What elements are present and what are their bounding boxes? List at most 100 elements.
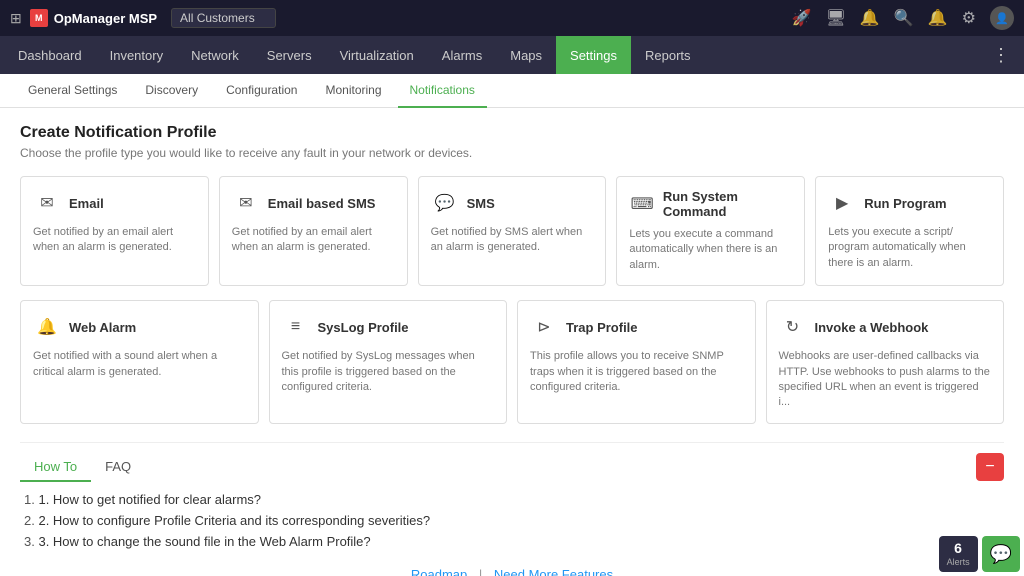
- subnav-configuration[interactable]: Configuration: [214, 74, 309, 108]
- run-program-icon: ▶: [828, 189, 856, 217]
- nav-network[interactable]: Network: [177, 36, 253, 74]
- app-logo: M OpManager MSP: [30, 9, 157, 27]
- page-title: Create Notification Profile: [20, 124, 1004, 142]
- card-sms-desc: Get notified by SMS alert when an alarm …: [431, 225, 594, 256]
- bell-alt-icon[interactable]: 🔔: [860, 8, 880, 28]
- footer-links: Roadmap | Need More Features: [20, 567, 1004, 576]
- gear-icon[interactable]: ⚙: [962, 8, 976, 28]
- card-email-header: ✉ Email: [33, 189, 196, 217]
- card-rp-title: Run Program: [864, 196, 946, 211]
- sms-icon: 💬: [431, 189, 459, 217]
- subnav-general-settings[interactable]: General Settings: [16, 74, 129, 108]
- chat-button[interactable]: 💬: [982, 536, 1020, 572]
- subnav-notifications[interactable]: Notifications: [398, 74, 487, 108]
- card-email-sms-header: ✉ Email based SMS: [232, 189, 395, 217]
- roadmap-link[interactable]: Roadmap: [411, 567, 467, 576]
- card-wh-desc: Webhooks are user-defined callbacks via …: [779, 349, 992, 411]
- card-rp-header: ▶ Run Program: [828, 189, 991, 217]
- navbar: Dashboard Inventory Network Servers Virt…: [0, 36, 1024, 74]
- card-email-desc: Get notified by an email alert when an a…: [33, 225, 196, 256]
- card-rsc-header: ⌨ Run System Command: [629, 189, 792, 219]
- card-rsc-desc: Lets you execute a command automatically…: [629, 227, 792, 273]
- app-title: OpManager MSP: [54, 11, 157, 26]
- card-email-sms[interactable]: ✉ Email based SMS Get notified by an ema…: [219, 176, 408, 286]
- logo-image: M: [30, 9, 48, 27]
- bottom-badges: 6 Alerts 💬: [935, 532, 1024, 576]
- email-sms-icon: ✉: [232, 189, 260, 217]
- customer-select-wrap[interactable]: All Customers: [171, 8, 276, 28]
- card-email-sms-title: Email based SMS: [268, 196, 376, 211]
- cards-row2: 🔔 Web Alarm Get notified with a sound al…: [20, 300, 1004, 424]
- alerts-label: Alerts: [947, 557, 970, 568]
- card-email[interactable]: ✉ Email Get notified by an email alert w…: [20, 176, 209, 286]
- nav-virtualization[interactable]: Virtualization: [326, 36, 428, 74]
- howto-tabs: How To FAQ −: [20, 453, 1004, 482]
- card-tp-desc: This profile allows you to receive SNMP …: [530, 349, 743, 395]
- card-email-sms-desc: Get notified by an email alert when an a…: [232, 225, 395, 256]
- nav-settings[interactable]: Settings: [556, 36, 631, 74]
- nav-more-icon[interactable]: ⋮: [982, 45, 1020, 66]
- card-wa-title: Web Alarm: [69, 320, 136, 335]
- howto-item-2: 2. How to configure Profile Criteria and…: [20, 513, 1004, 528]
- syslog-icon: ≡: [282, 313, 310, 341]
- main-content: Create Notification Profile Choose the p…: [0, 108, 1024, 576]
- card-sl-desc: Get notified by SysLog messages when thi…: [282, 349, 495, 395]
- card-wa-header: 🔔 Web Alarm: [33, 313, 246, 341]
- card-tp-title: Trap Profile: [566, 320, 638, 335]
- card-trap[interactable]: ⊳ Trap Profile This profile allows you t…: [517, 300, 756, 424]
- card-sms-header: 💬 SMS: [431, 189, 594, 217]
- user-avatar[interactable]: 👤: [990, 6, 1014, 30]
- run-system-command-icon: ⌨: [629, 190, 654, 218]
- card-sms[interactable]: 💬 SMS Get notified by SMS alert when an …: [418, 176, 607, 286]
- howto-list: 1. How to get notified for clear alarms?…: [20, 492, 1004, 549]
- nav-reports[interactable]: Reports: [631, 36, 705, 74]
- nav-alarms[interactable]: Alarms: [428, 36, 496, 74]
- card-run-program[interactable]: ▶ Run Program Lets you execute a script/…: [815, 176, 1004, 286]
- page-subtitle: Choose the profile type you would like t…: [20, 146, 1004, 160]
- customer-select[interactable]: All Customers: [171, 8, 276, 28]
- card-sl-header: ≡ SysLog Profile: [282, 313, 495, 341]
- howto-section: How To FAQ − 1. How to get notified for …: [20, 442, 1004, 549]
- card-sms-title: SMS: [467, 196, 495, 211]
- topbar-icons: 🚀 🖥 🔔 🔍 🔔 ⚙ 👤: [792, 6, 1014, 30]
- rocket-icon[interactable]: 🚀: [792, 8, 812, 28]
- card-rp-desc: Lets you execute a script/ program autom…: [828, 225, 991, 271]
- tab-howto[interactable]: How To: [20, 453, 91, 482]
- trap-icon: ⊳: [530, 313, 558, 341]
- card-webhook[interactable]: ↻ Invoke a Webhook Webhooks are user-def…: [766, 300, 1005, 424]
- nav-dashboard[interactable]: Dashboard: [4, 36, 96, 74]
- card-wh-header: ↻ Invoke a Webhook: [779, 313, 992, 341]
- howto-item-1: 1. How to get notified for clear alarms?: [20, 492, 1004, 507]
- features-link[interactable]: Need More Features: [494, 567, 613, 576]
- card-tp-header: ⊳ Trap Profile: [530, 313, 743, 341]
- nav-servers[interactable]: Servers: [253, 36, 326, 74]
- howto-collapse-button[interactable]: −: [976, 453, 1004, 481]
- search-icon[interactable]: 🔍: [894, 8, 914, 28]
- nav-inventory[interactable]: Inventory: [96, 36, 177, 74]
- subnav-discovery[interactable]: Discovery: [133, 74, 210, 108]
- alerts-badge: 6 Alerts: [939, 536, 978, 572]
- howto-item-3: 3. How to change the sound file in the W…: [20, 534, 1004, 549]
- cards-row1: ✉ Email Get notified by an email alert w…: [20, 176, 1004, 286]
- grid-icon: ⊞: [10, 10, 22, 27]
- alerts-count: 6: [954, 540, 962, 557]
- card-syslog[interactable]: ≡ SysLog Profile Get notified by SysLog …: [269, 300, 508, 424]
- topbar: ⊞ M OpManager MSP All Customers 🚀 🖥 🔔 🔍 …: [0, 0, 1024, 36]
- web-alarm-icon: 🔔: [33, 313, 61, 341]
- chat-icon: 💬: [990, 544, 1012, 565]
- notifications-icon[interactable]: 🔔: [928, 8, 948, 28]
- card-sl-title: SysLog Profile: [318, 320, 409, 335]
- nav-maps[interactable]: Maps: [496, 36, 556, 74]
- tab-faq[interactable]: FAQ: [91, 453, 145, 482]
- card-email-title: Email: [69, 196, 104, 211]
- subnav-monitoring[interactable]: Monitoring: [313, 74, 393, 108]
- card-rsc-title: Run System Command: [663, 189, 792, 219]
- monitor-icon[interactable]: 🖥: [826, 8, 846, 28]
- card-web-alarm[interactable]: 🔔 Web Alarm Get notified with a sound al…: [20, 300, 259, 424]
- card-wa-desc: Get notified with a sound alert when a c…: [33, 349, 246, 380]
- email-icon: ✉: [33, 189, 61, 217]
- card-wh-title: Invoke a Webhook: [815, 320, 929, 335]
- card-run-system-command[interactable]: ⌨ Run System Command Lets you execute a …: [616, 176, 805, 286]
- webhook-icon: ↻: [779, 313, 807, 341]
- footer-separator: |: [479, 567, 482, 576]
